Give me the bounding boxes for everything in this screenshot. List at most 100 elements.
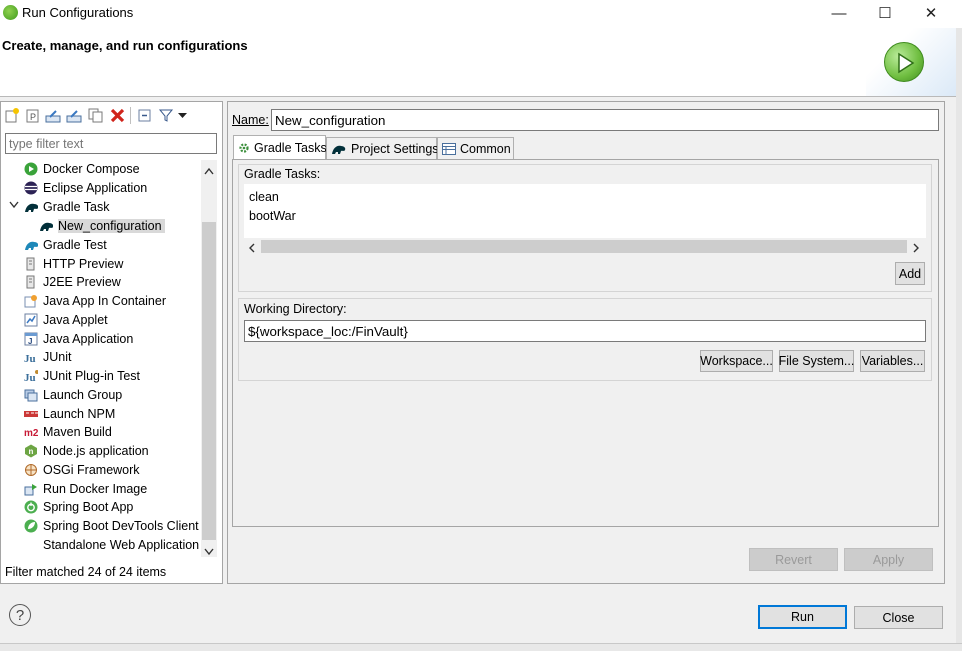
tree-item-label: Gradle Test (43, 237, 107, 252)
tree-item-osgi-framework[interactable]: OSGi Framework (24, 460, 140, 479)
tree-item-label: JUnit (43, 349, 72, 364)
tree-item-java-applet[interactable]: Java Applet (24, 310, 108, 329)
java-applet-icon (24, 313, 38, 327)
dropdown-icon[interactable] (175, 107, 189, 124)
list-item[interactable]: bootWar (249, 209, 296, 223)
tree-item-spring-boot-app[interactable]: Spring Boot App (24, 497, 133, 516)
tab-common[interactable]: Common (437, 137, 514, 159)
run-button[interactable]: Run (758, 605, 847, 629)
duplicate-icon[interactable] (87, 107, 105, 124)
svg-text:Ju: Ju (24, 372, 36, 383)
tree-item-standalone-web-application[interactable]: Standalone Web Application (24, 535, 199, 554)
run-banner-icon (884, 42, 924, 82)
svg-text:P: P (30, 112, 36, 122)
tree-item-junit-plugin-test[interactable]: Ju JUnit Plug-in Test (24, 366, 140, 385)
tree-item-http-preview[interactable]: HTTP Preview (24, 254, 123, 273)
tree-item-launch-npm[interactable]: Launch NPM (24, 404, 115, 423)
tree-item-maven-build[interactable]: m2 Maven Build (24, 422, 112, 441)
filter-icon[interactable] (157, 107, 175, 124)
scroll-down-icon[interactable] (204, 545, 214, 559)
tasks-scrollbar-thumb[interactable] (261, 240, 907, 253)
title-bar: Run Configurations — ☐ ✕ (0, 0, 962, 28)
tree-item-spring-boot-devtools-client[interactable]: Spring Boot DevTools Client (24, 516, 199, 535)
tree-item-label: Docker Compose (43, 161, 140, 176)
delete-icon[interactable] (108, 107, 126, 124)
gradle-tasks-label: Gradle Tasks: (244, 167, 321, 181)
http-preview-icon (24, 257, 38, 271)
maximize-button[interactable]: ☐ (862, 0, 908, 26)
svg-text:J: J (28, 337, 32, 346)
tree-item-label: Launch NPM (43, 406, 116, 421)
tree-item-java-app-in-container[interactable]: Java App In Container (24, 291, 166, 310)
export-icon[interactable] (44, 107, 62, 124)
filter-input[interactable] (5, 133, 217, 154)
gradle-icon (24, 238, 38, 252)
tree-item-java-application[interactable]: J Java Application (24, 329, 133, 348)
tree-item-label: HTTP Preview (43, 256, 124, 271)
minimize-button[interactable]: — (816, 0, 862, 26)
tree-item-gradle-task[interactable]: Gradle Task (24, 197, 109, 216)
tree-item-new-configuration[interactable]: New_configuration (39, 216, 165, 235)
eclipse-icon (24, 181, 38, 195)
tree-item-label: Maven Build (43, 424, 112, 439)
working-directory-input[interactable] (244, 320, 926, 342)
tree-item-docker-compose[interactable]: Docker Compose (24, 159, 140, 178)
variables-button[interactable]: Variables... (860, 350, 925, 372)
gradle-icon (24, 200, 38, 214)
tab-project-settings[interactable]: Project Settings (326, 137, 439, 159)
tree-item-label: Node.js application (43, 443, 149, 458)
revert-button[interactable]: Revert (749, 548, 838, 571)
tree-item-j2ee-preview[interactable]: J2EE Preview (24, 272, 121, 291)
java-container-icon (24, 294, 38, 308)
tab-gradle-tasks[interactable]: Gradle Tasks (233, 135, 327, 160)
name-label: Name: (232, 113, 269, 127)
svg-text:n: n (29, 447, 34, 456)
close-window-button[interactable]: ✕ (908, 0, 954, 26)
launch-group-icon (24, 388, 38, 402)
docker-compose-icon (24, 162, 38, 176)
help-icon[interactable]: ? (9, 604, 31, 626)
new-prototype-icon[interactable]: P (24, 107, 42, 124)
spring-app-icon (3, 5, 18, 20)
name-input[interactable] (271, 109, 939, 131)
tree-item-label: JUnit Plug-in Test (43, 368, 141, 383)
import-icon[interactable] (65, 107, 83, 124)
collapse-all-icon[interactable] (136, 107, 154, 124)
tree-item-label: Spring Boot DevTools Client (43, 518, 199, 533)
common-icon (442, 142, 456, 155)
scroll-left-icon[interactable] (248, 242, 255, 256)
gradle-icon (39, 219, 53, 233)
expand-chevron-icon[interactable] (9, 200, 19, 212)
tasks-list[interactable] (244, 184, 926, 240)
workspace-button[interactable]: Workspace... (700, 350, 773, 372)
tree-item-label: Standalone Web Application (43, 537, 200, 552)
list-item[interactable]: clean (249, 190, 279, 204)
docker-image-icon (24, 482, 38, 496)
scroll-up-icon[interactable] (204, 164, 214, 178)
tree-item-nodejs-application[interactable]: n Node.js application (24, 441, 149, 460)
tree-item-label: Gradle Task (43, 199, 110, 214)
window-edge (956, 28, 962, 650)
scroll-right-icon[interactable] (913, 242, 920, 256)
npm-icon (24, 407, 38, 421)
working-directory-label: Working Directory: (244, 302, 347, 316)
tree-scrollbar-thumb[interactable] (202, 222, 216, 540)
apply-button[interactable]: Apply (844, 548, 933, 571)
toolbar-separator (130, 107, 131, 124)
tree-item-eclipse-application[interactable]: Eclipse Application (24, 178, 147, 197)
tree-item-launch-group[interactable]: Launch Group (24, 385, 122, 404)
tree-item-junit[interactable]: Ju JUnit (24, 347, 71, 366)
add-task-button[interactable]: Add (895, 262, 925, 285)
junit-icon: Ju (24, 350, 38, 364)
close-button[interactable]: Close (854, 606, 943, 629)
filter-status: Filter matched 24 of 24 items (5, 565, 167, 579)
file-system-button[interactable]: File System... (779, 350, 854, 372)
window-title: Run Configurations (22, 5, 134, 20)
tree-item-label: New_configuration (58, 218, 165, 233)
tree-item-label: Java Application (43, 331, 134, 346)
banner-title: Create, manage, and run configurations (2, 38, 248, 53)
j2ee-preview-icon (24, 275, 38, 289)
new-launch-configuration-icon[interactable] (3, 107, 21, 124)
tree-item-gradle-test[interactable]: Gradle Test (24, 235, 107, 254)
tree-item-run-docker-image[interactable]: Run Docker Image (24, 479, 147, 498)
